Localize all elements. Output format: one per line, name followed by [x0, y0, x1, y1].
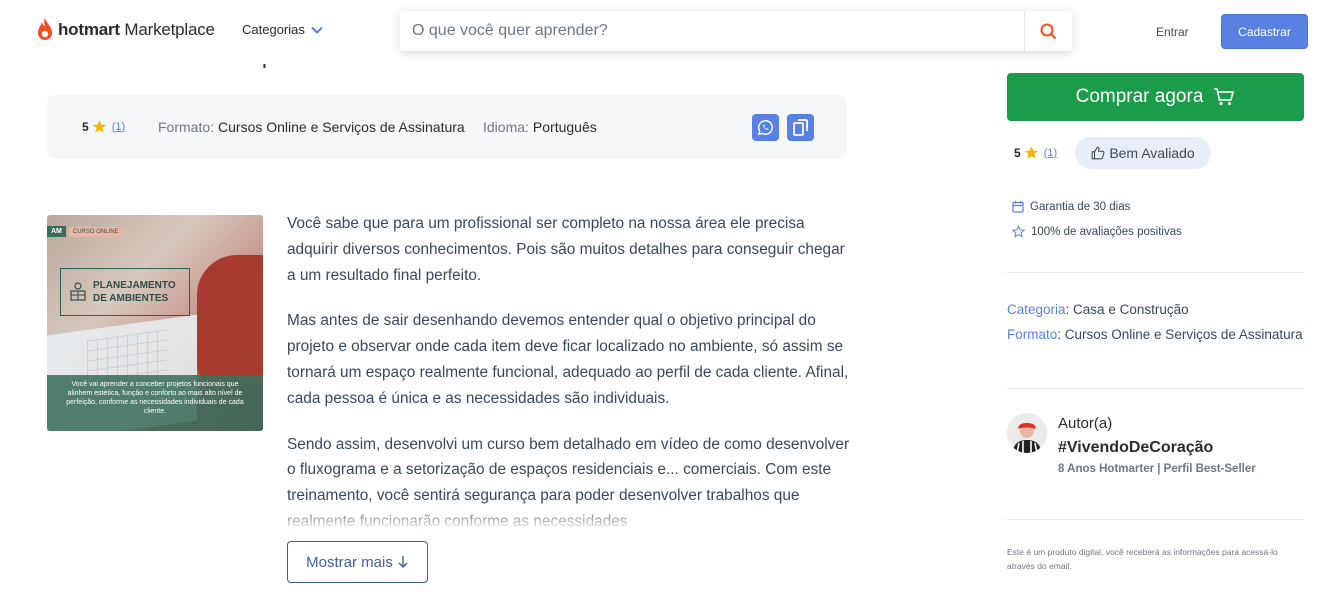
sidebar-rating: 5 (1) — [1014, 145, 1057, 160]
star-outline-icon — [1012, 225, 1025, 238]
well-rated-badge: Bem Avaliado — [1075, 137, 1211, 169]
description-paragraph: Mas antes de sair desenhando devemos ent… — [287, 312, 849, 407]
buy-now-label: Comprar agora — [1075, 86, 1204, 107]
thumb-tag-type: CURSO ONLINE — [68, 226, 123, 237]
product-thumbnail: AM CURSO ONLINE PLANEJAMENTO DE AMBIENTE… — [47, 215, 263, 431]
sidebar-format-value: : Cursos Online e Serviços de Assinatura — [1057, 327, 1303, 342]
show-more-label: Mostrar mais — [306, 553, 393, 571]
sidebar-rating-count-link[interactable]: (1) — [1044, 147, 1057, 159]
logo-text: hotmart Marketplace — [58, 20, 215, 39]
sidebar-format-label[interactable]: Formato — [1007, 327, 1057, 342]
star-icon — [92, 120, 106, 133]
format-info: Formato: Cursos Online e Serviços de Assi… — [158, 119, 465, 135]
top-header: hotmart Marketplace Categorias Entrar Ca… — [0, 0, 1340, 64]
search-button[interactable] — [1024, 11, 1072, 51]
categorias-menu[interactable]: Categorias — [242, 22, 323, 37]
category-label[interactable]: Categoria — [1007, 302, 1066, 317]
author-avatar[interactable] — [1007, 413, 1047, 453]
buy-now-button[interactable]: Comprar agora — [1007, 73, 1304, 121]
positive-reviews-info: 100% de avaliações positivas — [1012, 225, 1182, 238]
language-value: Português — [532, 119, 597, 135]
author-avatar-image — [1007, 413, 1047, 453]
product-description: Você sabe que para um profissional ser c… — [287, 211, 853, 528]
language-info: Idioma: Português — [483, 119, 597, 135]
description-fade — [287, 505, 853, 531]
rating-value: 5 — [82, 119, 89, 134]
sidebar-divider — [1007, 272, 1304, 273]
format-value: Cursos Online e Serviços de Assinatura — [218, 119, 465, 135]
search-icon — [1040, 23, 1057, 39]
author-subtitle: 8 Anos Hotmarter | Perfil Best-Seller — [1058, 463, 1256, 475]
search-input[interactable] — [400, 11, 1024, 51]
description-paragraph: Você sabe que para um profissional ser c… — [287, 215, 845, 284]
category-value: : Casa e Construção — [1065, 302, 1189, 317]
well-rated-label: Bem Avaliado — [1109, 145, 1195, 161]
arrow-down-icon — [398, 556, 408, 568]
whatsapp-icon — [757, 120, 773, 136]
hotmart-logo[interactable]: hotmart Marketplace — [36, 16, 215, 44]
thumb-caption: Você vai aprender a conceber projetos fu… — [47, 375, 263, 431]
sidebar-divider — [1007, 519, 1304, 520]
signup-button[interactable]: Cadastrar — [1221, 14, 1308, 49]
product-rating: 5 (1) — [82, 119, 125, 134]
login-link[interactable]: Entrar — [1156, 25, 1189, 39]
star-icon — [1024, 146, 1038, 159]
thumb-title: PLANEJAMENTO DE AMBIENTES — [93, 280, 176, 304]
thumb-tag: AM CURSO ONLINE — [47, 225, 123, 238]
language-label: Idioma: — [483, 119, 529, 135]
category-info: Categoria: Casa e Construção — [1007, 297, 1304, 322]
show-more-button[interactable]: Mostrar mais — [287, 541, 428, 583]
author-name[interactable]: #VivendoDeCoração — [1058, 439, 1213, 457]
thumb-title-box: PLANEJAMENTO DE AMBIENTES — [60, 268, 190, 316]
sidebar-rating-value: 5 — [1014, 145, 1021, 160]
digital-product-note: Este é um produto digital, você receberá… — [1007, 547, 1278, 571]
copy-icon — [793, 119, 808, 136]
blueprint-person-icon — [70, 282, 86, 301]
categorias-label: Categorias — [242, 22, 305, 37]
format-label: Formato: — [158, 119, 215, 135]
whatsapp-share-button[interactable] — [752, 114, 779, 141]
sidebar-divider — [1007, 388, 1304, 389]
calendar-icon — [1012, 201, 1024, 213]
guarantee-text: Garantia de 30 dias — [1030, 200, 1131, 213]
hotmart-flame-icon — [38, 18, 52, 40]
thumb-tag-am: AM — [47, 226, 66, 237]
copy-link-button[interactable] — [787, 114, 814, 141]
product-info-bar: 5 (1) Formato: Cursos Online e Serviços d… — [47, 95, 847, 159]
chevron-down-icon — [311, 26, 323, 34]
thumb-person-graphic — [197, 255, 263, 385]
sidebar-format-info: Formato: Cursos Online e Serviços de Ass… — [1007, 322, 1304, 347]
thumbs-up-icon — [1091, 146, 1105, 160]
rating-count-link[interactable]: (1) — [112, 121, 125, 133]
guarantee-info: Garantia de 30 dias — [1012, 200, 1130, 213]
positive-reviews-text: 100% de avaliações positivas — [1031, 225, 1182, 238]
cart-icon — [1214, 88, 1235, 105]
author-label: Autor(a) — [1058, 415, 1113, 432]
search-bar — [400, 11, 1072, 51]
